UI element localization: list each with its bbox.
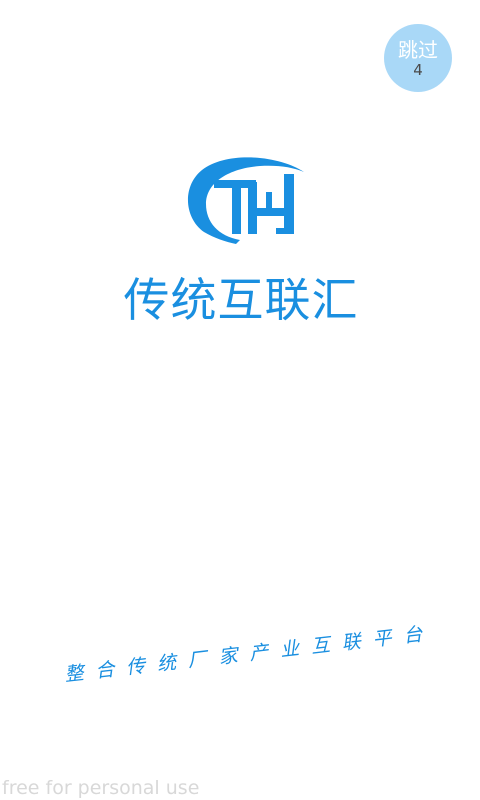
brand-logo [187,157,304,244]
skip-label: 跳过 [398,37,438,62]
watermark-text: free for personal use [2,777,200,799]
brand-name: 传统互联汇 [123,273,359,327]
tagline: 整合传统厂家产业互联平台 [63,622,436,687]
skip-countdown: 4 [413,60,423,79]
skip-button[interactable]: 跳过 4 [384,24,452,92]
